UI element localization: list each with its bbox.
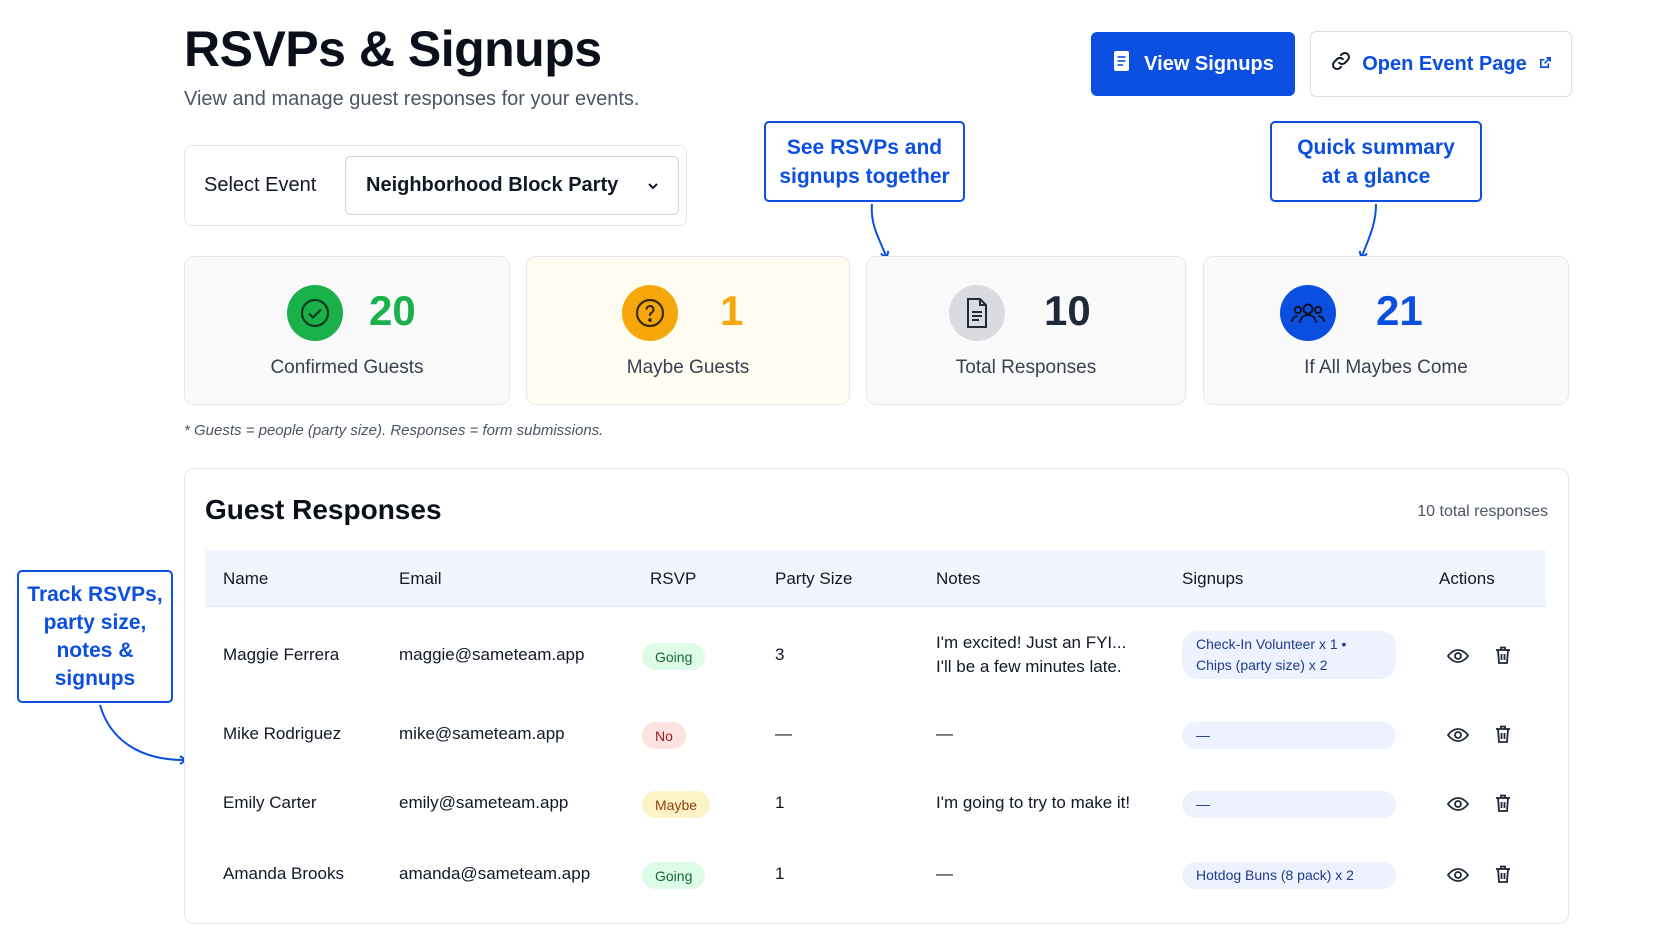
party-size: — bbox=[775, 724, 792, 743]
rsvp-badge: No bbox=[642, 722, 686, 749]
stat-if-all-maybes-come: 21 If All Maybes Come bbox=[1203, 256, 1569, 405]
if-all-maybes-value: 21 bbox=[1376, 287, 1423, 334]
chevron-down-icon bbox=[646, 174, 660, 197]
party-size: 1 bbox=[775, 793, 785, 812]
signups-pill: — bbox=[1182, 791, 1396, 818]
view-signups-button[interactable]: View Signups bbox=[1091, 32, 1295, 96]
eye-icon[interactable] bbox=[1447, 793, 1469, 815]
guest-email: amanda@sameteam.app bbox=[399, 864, 591, 883]
rsvp-badge: Maybe bbox=[642, 791, 711, 818]
if-all-maybes-label: If All Maybes Come bbox=[1304, 357, 1468, 378]
external-link-icon bbox=[1539, 56, 1552, 72]
stat-total-responses: 10 Total Responses bbox=[866, 256, 1186, 405]
page-subtitle: View and manage guest responses for your… bbox=[184, 88, 640, 110]
signup-item: Chips (party size) x 2 bbox=[1196, 657, 1328, 673]
total-responses-label: Total Responses bbox=[955, 357, 1097, 378]
callout-quick-summary: Quick summary at a glance bbox=[1270, 121, 1482, 202]
confirmed-guests-label: Confirmed Guests bbox=[270, 357, 424, 378]
column-header-rsvp: RSVP bbox=[650, 569, 697, 588]
open-event-page-label: Open Event Page bbox=[1362, 52, 1527, 75]
signup-item: Check-In Volunteer x 1 • bbox=[1196, 636, 1347, 652]
column-header-notes: Notes bbox=[936, 569, 981, 588]
guest-email: maggie@sameteam.app bbox=[399, 645, 585, 664]
guest-email: mike@sameteam.app bbox=[399, 724, 565, 743]
check-circle-icon bbox=[287, 285, 343, 341]
guest-name: Amanda Brooks bbox=[223, 864, 344, 883]
trash-icon[interactable] bbox=[1492, 792, 1514, 814]
eye-icon[interactable] bbox=[1447, 724, 1469, 746]
view-signups-label: View Signups bbox=[1144, 52, 1274, 75]
party-size: 3 bbox=[775, 645, 785, 664]
guest-notes-line-1: I'm excited! Just an FYI... bbox=[936, 633, 1127, 652]
event-select-card: Select Event Neighborhood Block Party bbox=[184, 145, 687, 226]
guest-notes: — bbox=[936, 864, 953, 883]
document-icon bbox=[949, 285, 1005, 341]
guest-responses-card: Guest Responses 10 total responses Name … bbox=[184, 468, 1569, 924]
rsvp-badge: Going bbox=[642, 643, 706, 670]
table-row[interactable]: Amanda Brooks amanda@sameteam.app Going … bbox=[205, 839, 1546, 909]
link-icon bbox=[1330, 50, 1352, 78]
signup-item: Hotdog Buns (8 pack) x 2 bbox=[1196, 867, 1354, 883]
guest-notes: — bbox=[936, 724, 953, 743]
table-row[interactable]: Emily Carter emily@sameteam.app Maybe 1 … bbox=[205, 769, 1546, 839]
group-icon bbox=[1280, 285, 1336, 341]
guest-name: Emily Carter bbox=[223, 793, 317, 812]
column-header-email: Email bbox=[399, 569, 442, 588]
select-event-label: Select Event bbox=[204, 174, 317, 196]
maybe-guests-label: Maybe Guests bbox=[626, 357, 750, 378]
stat-confirmed-guests: 20 Confirmed Guests bbox=[184, 256, 510, 405]
eye-icon[interactable] bbox=[1447, 864, 1469, 886]
event-select-value: Neighborhood Block Party bbox=[366, 174, 619, 196]
table-title: Guest Responses bbox=[205, 494, 442, 525]
guest-email: emily@sameteam.app bbox=[399, 793, 569, 812]
page-title: RSVPs & Signups bbox=[184, 21, 602, 77]
party-size: 1 bbox=[775, 864, 785, 883]
footnote: * Guests = people (party size). Response… bbox=[184, 422, 604, 439]
open-event-page-button[interactable]: Open Event Page bbox=[1310, 31, 1572, 97]
table-row[interactable]: Maggie Ferrera maggie@sameteam.app Going… bbox=[205, 607, 1546, 707]
column-header-signups: Signups bbox=[1182, 569, 1244, 588]
guest-name: Maggie Ferrera bbox=[223, 645, 340, 664]
column-header-name: Name bbox=[223, 569, 269, 588]
guest-notes-line-2: I'll be a few minutes late. bbox=[936, 657, 1122, 676]
event-select-dropdown[interactable]: Neighborhood Block Party bbox=[345, 156, 679, 215]
stat-maybe-guests: 1 Maybe Guests bbox=[526, 256, 850, 405]
column-header-actions: Actions bbox=[1439, 569, 1495, 588]
table-row[interactable]: Mike Rodriguez mike@sameteam.app No — — … bbox=[205, 707, 1546, 769]
trash-icon[interactable] bbox=[1492, 644, 1514, 666]
maybe-guests-value: 1 bbox=[720, 287, 744, 334]
signup-item: — bbox=[1196, 796, 1210, 812]
signups-pill: — bbox=[1182, 722, 1396, 749]
column-header-party-size: Party Size bbox=[775, 569, 853, 588]
confirmed-guests-value: 20 bbox=[369, 287, 416, 334]
table-header-row: Name Email RSVP Party Size Notes Signups… bbox=[205, 550, 1546, 607]
total-responses-value: 10 bbox=[1044, 287, 1091, 334]
signup-item: — bbox=[1196, 727, 1210, 743]
signups-pill: Hotdog Buns (8 pack) x 2 bbox=[1182, 862, 1396, 889]
trash-icon[interactable] bbox=[1492, 863, 1514, 885]
total-responses-count: 10 total responses bbox=[1417, 503, 1548, 520]
guest-notes: I'm going to try to make it! bbox=[936, 793, 1131, 812]
question-circle-icon bbox=[622, 285, 678, 341]
eye-icon[interactable] bbox=[1447, 645, 1469, 667]
callout-track-rsvps: Track RSVPs, party size, notes & signups bbox=[17, 570, 173, 703]
rsvp-badge: Going bbox=[642, 862, 706, 889]
signups-pill: Check-In Volunteer x 1 • Chips (party si… bbox=[1182, 631, 1396, 679]
callout-see-together: See RSVPs and signups together bbox=[764, 121, 965, 202]
trash-icon[interactable] bbox=[1492, 723, 1514, 745]
document-icon bbox=[1112, 50, 1132, 78]
guest-name: Mike Rodriguez bbox=[223, 724, 342, 743]
